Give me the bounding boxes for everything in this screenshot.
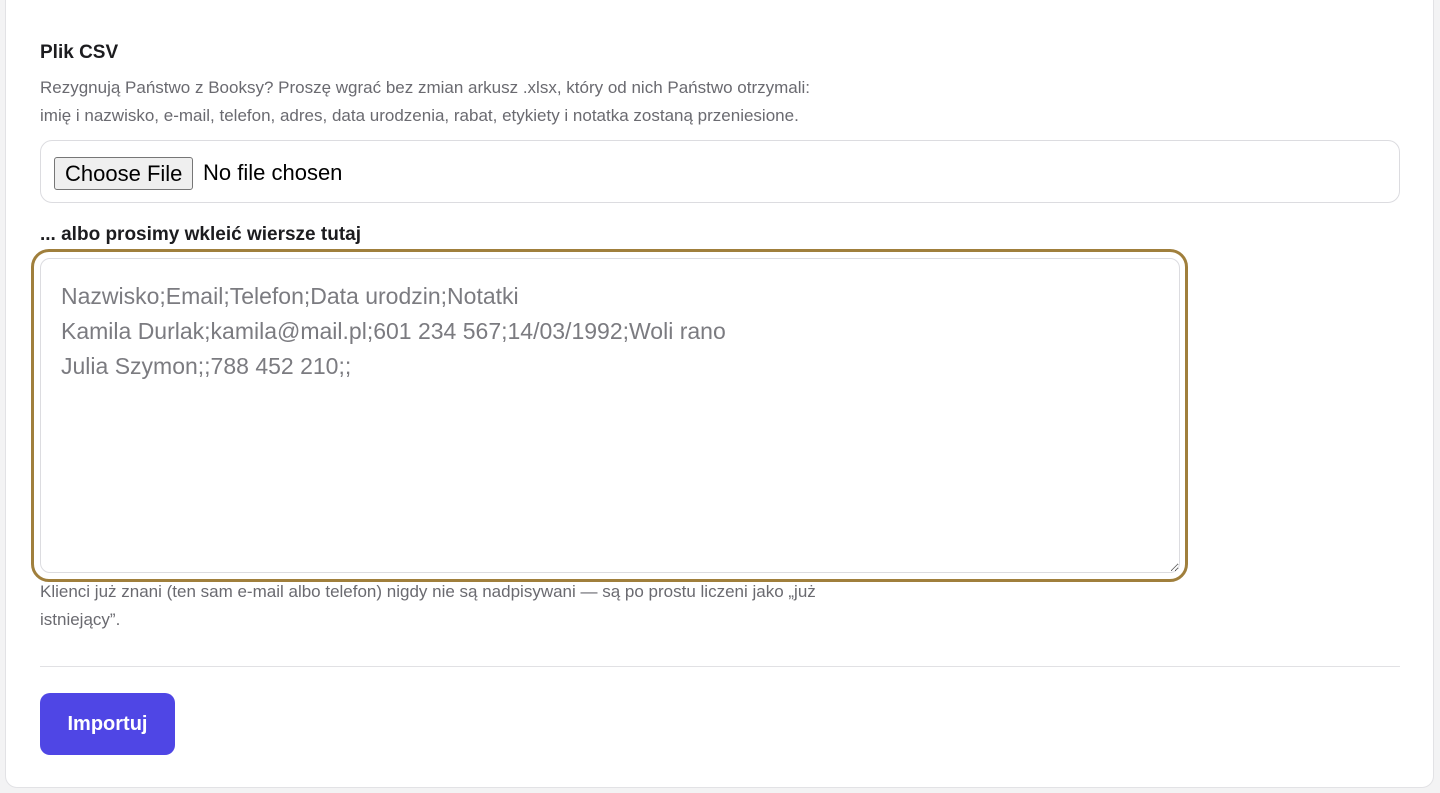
csv-help-line-2: imię i nazwisko, e-mail, telefon, adres,… [40, 106, 799, 125]
csv-section-title: Plik CSV [40, 42, 119, 63]
file-input[interactable]: Choose File No file chosen [40, 140, 1400, 203]
divider [40, 666, 1400, 667]
csv-help-line-1: Rezygnują Państwo z Booksy? Proszę wgrać… [40, 78, 811, 97]
paste-rows-textarea[interactable] [40, 258, 1180, 573]
paste-footnote-line-2: istniejący”. [40, 610, 121, 629]
choose-file-button[interactable]: Choose File [54, 157, 194, 190]
import-button[interactable]: Importuj [40, 693, 175, 755]
paste-footnote: Klienci już znani (ten sam e-mail albo t… [40, 578, 960, 634]
paste-section-title: ... albo prosimy wkleić wiersze tutaj [40, 224, 361, 245]
paste-footnote-line-1: Klienci już znani (ten sam e-mail albo t… [40, 582, 816, 601]
csv-help-text: Rezygnują Państwo z Booksy? Proszę wgrać… [40, 74, 940, 130]
file-status-text: No file chosen [203, 160, 343, 185]
